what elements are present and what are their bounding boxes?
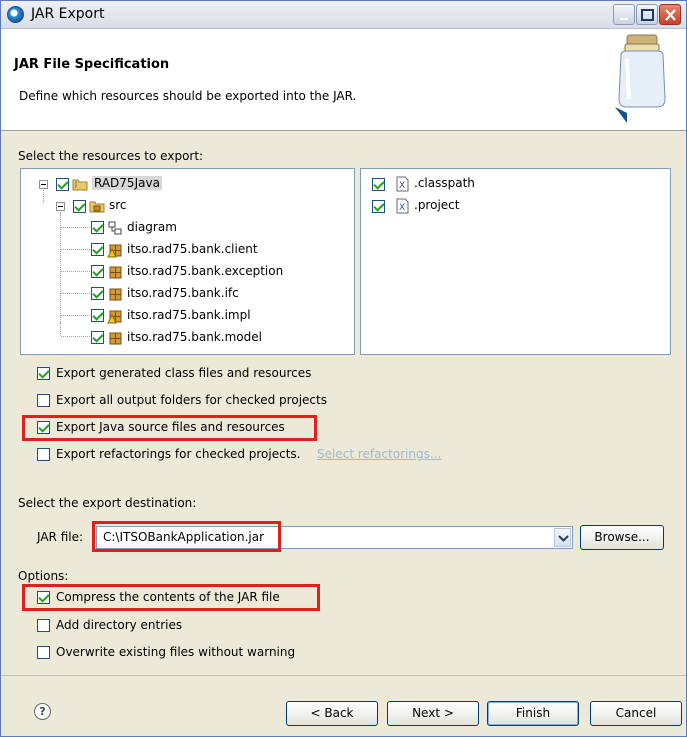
tree-checkbox-exception[interactable] bbox=[91, 265, 104, 278]
minimize-icon bbox=[620, 18, 628, 20]
tree-item-model[interactable]: itso.rad75.bank.model bbox=[127, 330, 262, 344]
package-icon bbox=[109, 266, 122, 279]
eclipse-icon bbox=[7, 6, 24, 23]
package-warning-icon bbox=[107, 244, 122, 258]
export-generated-checkbox[interactable] bbox=[37, 367, 50, 380]
chevron-down-icon bbox=[558, 535, 569, 542]
svg-text:X: X bbox=[399, 203, 405, 213]
minimize-button[interactable] bbox=[613, 4, 635, 25]
maximize-icon bbox=[641, 9, 654, 21]
close-icon bbox=[665, 9, 676, 21]
xml-file-icon: X bbox=[396, 198, 409, 214]
resources-label: Select the resources to export: bbox=[18, 149, 204, 163]
collapse-toggle[interactable] bbox=[56, 202, 65, 211]
title-bar: JAR Export bbox=[1, 1, 686, 29]
tree-checkbox-ifc[interactable] bbox=[91, 287, 104, 300]
browse-button[interactable]: Browse... bbox=[580, 525, 664, 550]
file-checkbox-classpath[interactable] bbox=[372, 178, 385, 191]
tree-checkbox-src[interactable] bbox=[73, 200, 86, 213]
svg-text:J: J bbox=[74, 180, 77, 188]
file-item-project[interactable]: .project bbox=[414, 198, 459, 212]
compress-label: Compress the contents of the JAR file bbox=[56, 590, 280, 604]
directory-entries-label: Add directory entries bbox=[56, 618, 183, 632]
finish-button[interactable]: Finish bbox=[487, 701, 579, 726]
resource-files-list[interactable]: X .classpath X .project bbox=[360, 168, 671, 355]
package-icon bbox=[109, 288, 122, 301]
page-description: Define which resources should be exporte… bbox=[19, 89, 357, 103]
tree-item-root[interactable]: RAD75Java bbox=[92, 176, 162, 190]
overwrite-checkbox[interactable] bbox=[37, 646, 50, 659]
collapse-toggle[interactable] bbox=[39, 180, 48, 189]
maximize-button[interactable] bbox=[636, 4, 658, 25]
dialog-content: Select the resources to export: J RAD75J… bbox=[1, 132, 686, 736]
jar-file-dropdown-button[interactable] bbox=[554, 528, 571, 547]
page-title: JAR File Specification bbox=[14, 57, 170, 72]
tree-checkbox-root[interactable] bbox=[56, 178, 69, 191]
jar-export-window: JAR Export JAR File Specification Define… bbox=[0, 0, 687, 737]
tree-checkbox-impl[interactable] bbox=[91, 309, 104, 322]
options-label: Options: bbox=[18, 569, 69, 583]
select-refactorings-link[interactable]: Select refactorings... bbox=[317, 447, 441, 461]
tree-item-ifc[interactable]: itso.rad75.bank.ifc bbox=[127, 286, 239, 300]
button-separator bbox=[1, 675, 686, 676]
tree-checkbox-client[interactable] bbox=[91, 243, 104, 256]
package-warning-icon bbox=[107, 310, 122, 324]
tree-item-client[interactable]: itso.rad75.bank.client bbox=[127, 242, 258, 256]
resource-tree[interactable]: J RAD75Java src diagram itso.rad75.bank.… bbox=[20, 168, 355, 355]
export-refactorings-checkbox[interactable] bbox=[37, 448, 50, 461]
export-output-folders-checkbox[interactable] bbox=[37, 394, 50, 407]
back-button[interactable]: < Back bbox=[286, 701, 378, 726]
package-icon bbox=[109, 332, 122, 345]
header-banner: JAR File Specification Define which reso… bbox=[1, 29, 686, 131]
export-java-source-label: Export Java source files and resources bbox=[56, 420, 285, 434]
export-refactorings-label: Export refactorings for checked projects… bbox=[56, 447, 301, 461]
close-button[interactable] bbox=[659, 4, 681, 25]
jar-file-label: JAR file: bbox=[37, 530, 84, 544]
help-icon[interactable]: ? bbox=[34, 703, 51, 720]
compress-checkbox[interactable] bbox=[37, 591, 50, 604]
project-icon: J bbox=[72, 179, 88, 191]
window-title: JAR Export bbox=[31, 6, 105, 22]
export-output-folders-label: Export all output folders for checked pr… bbox=[56, 393, 327, 407]
export-java-source-checkbox[interactable] bbox=[37, 421, 50, 434]
file-checkbox-project[interactable] bbox=[372, 200, 385, 213]
tree-item-impl[interactable]: itso.rad75.bank.impl bbox=[127, 308, 251, 322]
next-button[interactable]: Next > bbox=[387, 701, 479, 726]
export-generated-label: Export generated class files and resourc… bbox=[56, 366, 312, 380]
xml-file-icon: X bbox=[396, 176, 409, 192]
svg-text:X: X bbox=[399, 181, 405, 191]
cancel-button[interactable]: Cancel bbox=[590, 701, 682, 726]
file-item-classpath[interactable]: .classpath bbox=[414, 176, 475, 190]
overwrite-label: Overwrite existing files without warning bbox=[56, 645, 296, 659]
tree-item-exception[interactable]: itso.rad75.bank.exception bbox=[127, 264, 283, 278]
source-folder-icon bbox=[89, 201, 105, 213]
tree-checkbox-diagram[interactable] bbox=[91, 221, 104, 234]
directory-entries-checkbox[interactable] bbox=[37, 619, 50, 632]
tree-checkbox-model[interactable] bbox=[91, 331, 104, 344]
destination-label: Select the export destination: bbox=[18, 496, 197, 510]
tree-item-src[interactable]: src bbox=[109, 198, 127, 212]
diagram-icon bbox=[108, 221, 122, 235]
tree-item-diagram[interactable]: diagram bbox=[127, 220, 177, 234]
jar-icon bbox=[615, 34, 666, 123]
highlight-jar-file bbox=[92, 521, 281, 552]
